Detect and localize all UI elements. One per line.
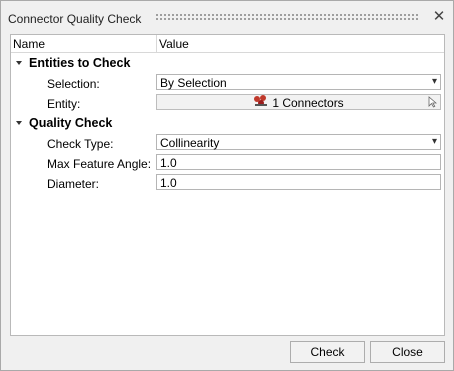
collapse-triangle-icon[interactable]: [16, 60, 22, 65]
max-feature-angle-label: Max Feature Angle:: [47, 157, 152, 171]
column-header-value[interactable]: Value: [159, 37, 189, 51]
table-header: Name Value: [11, 35, 444, 53]
connector-icon: [253, 94, 269, 110]
selection-dropdown[interactable]: By Selection ▾: [156, 74, 441, 90]
column-divider[interactable]: [156, 35, 157, 52]
pointer-cursor-icon: [428, 96, 438, 111]
drag-grip[interactable]: [155, 13, 419, 21]
collapse-triangle-icon[interactable]: [16, 120, 22, 125]
group-quality-check[interactable]: Quality Check: [16, 116, 112, 130]
diameter-input[interactable]: 1.0: [156, 174, 441, 190]
diameter-label: Diameter:: [47, 177, 100, 191]
selection-label: Selection:: [47, 77, 100, 91]
column-header-name[interactable]: Name: [13, 37, 45, 51]
dialog-title: Connector Quality Check: [8, 12, 142, 26]
chevron-down-icon[interactable]: ▾: [432, 136, 437, 147]
group-label: Quality Check: [29, 116, 113, 130]
check-type-dropdown[interactable]: Collinearity ▾: [156, 134, 441, 150]
close-icon[interactable]: ✕: [431, 9, 447, 25]
close-button[interactable]: Close: [370, 341, 445, 363]
group-entities-to-check[interactable]: Entities to Check: [16, 56, 130, 70]
chevron-down-icon[interactable]: ▾: [432, 76, 437, 87]
property-table: Name Value Entities to Check Selection: …: [10, 34, 445, 336]
check-type-value: Collinearity: [160, 136, 220, 150]
connector-quality-check-dialog: Connector Quality Check ✕ Name Value Ent…: [0, 0, 454, 371]
group-label: Entities to Check: [29, 56, 131, 70]
title-bar[interactable]: Connector Quality Check ✕: [1, 1, 453, 29]
check-button[interactable]: Check: [290, 341, 365, 363]
entity-selector[interactable]: 1 Connectors: [156, 94, 441, 110]
selection-value: By Selection: [160, 76, 227, 90]
max-feature-angle-value: 1.0: [160, 156, 177, 170]
check-type-label: Check Type:: [47, 137, 114, 151]
max-feature-angle-input[interactable]: 1.0: [156, 154, 441, 170]
entity-label: Entity:: [47, 97, 81, 111]
diameter-value: 1.0: [160, 176, 177, 190]
entity-value: 1 Connectors: [272, 96, 344, 110]
